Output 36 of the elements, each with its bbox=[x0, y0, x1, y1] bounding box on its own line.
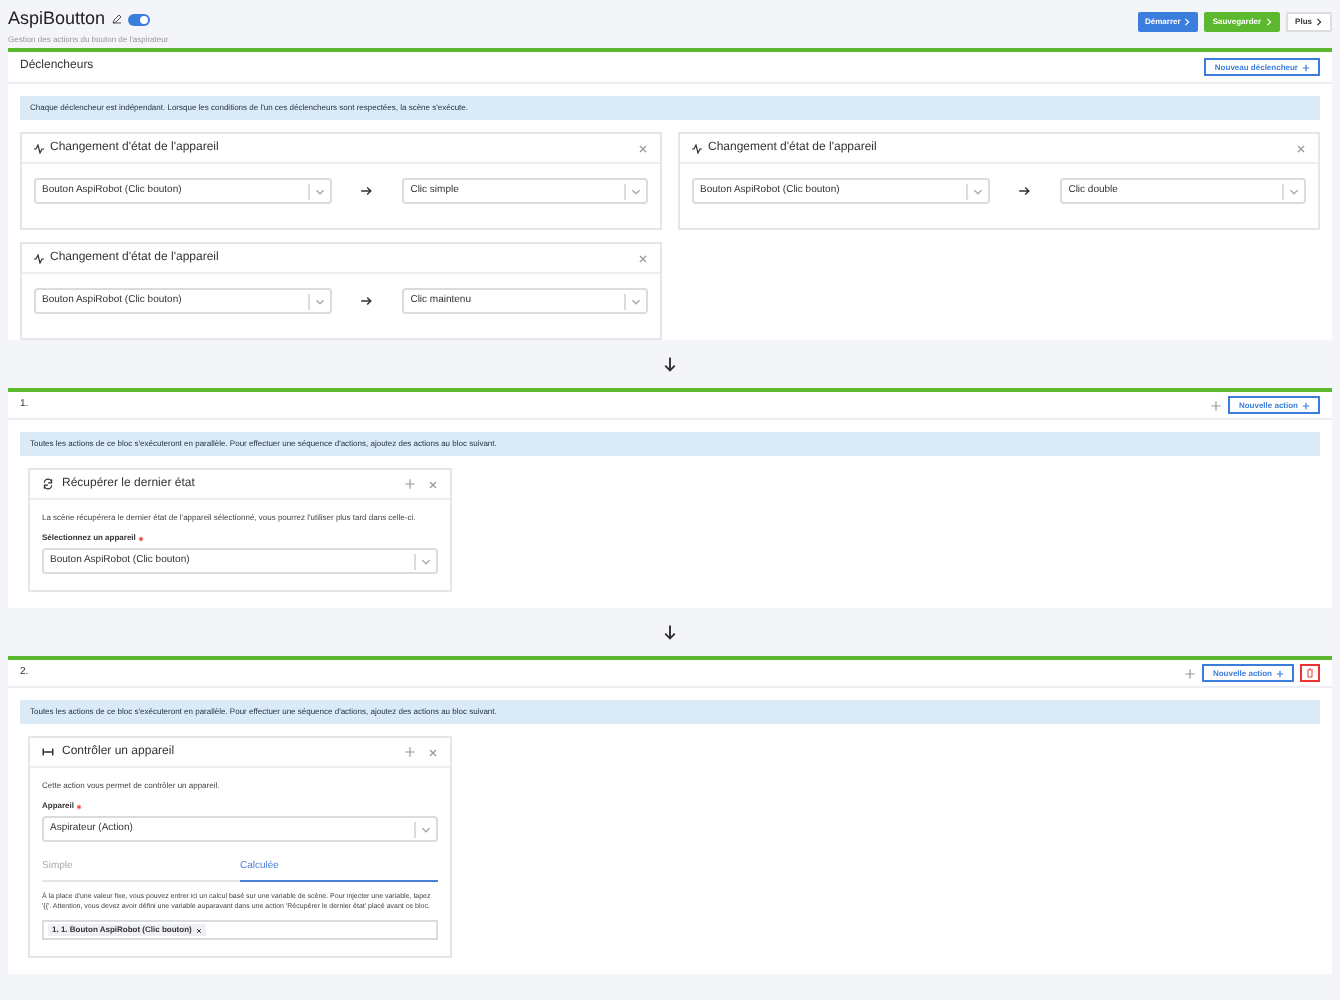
remove-icon[interactable] bbox=[195, 927, 202, 933]
chevron-down-icon bbox=[313, 295, 326, 307]
plus-icon bbox=[1302, 63, 1310, 71]
chevron-down-icon bbox=[630, 185, 642, 197]
close-icon[interactable] bbox=[428, 479, 438, 489]
delete-button[interactable] bbox=[1300, 664, 1320, 682]
arrow-right-icon bbox=[1018, 186, 1031, 196]
chevron-down-icon bbox=[420, 823, 432, 835]
chevron-down-icon bbox=[313, 185, 326, 197]
chevron-right-icon bbox=[1265, 18, 1272, 26]
activity-icon bbox=[34, 143, 44, 153]
scene-title: AspiBoutton bbox=[8, 6, 106, 32]
trash-icon bbox=[1306, 668, 1314, 678]
plus-icon bbox=[1276, 669, 1284, 677]
chevron-down-icon bbox=[420, 555, 432, 567]
chevron-right-icon bbox=[1184, 18, 1191, 26]
toggle-switch[interactable] bbox=[127, 13, 150, 26]
required-icon bbox=[137, 535, 144, 541]
activity-icon bbox=[692, 143, 702, 153]
arrow-right-icon bbox=[360, 186, 373, 196]
arrow-right-icon bbox=[360, 296, 373, 306]
chevron-down-icon bbox=[971, 185, 984, 197]
pencil-icon[interactable] bbox=[111, 14, 122, 25]
refresh-icon bbox=[42, 478, 54, 490]
arrow-down-icon bbox=[662, 356, 678, 372]
close-icon[interactable] bbox=[428, 747, 438, 757]
chevron-down-icon bbox=[630, 295, 642, 307]
arrow-down-icon bbox=[662, 624, 678, 640]
plus-icon bbox=[1302, 401, 1310, 409]
required-icon bbox=[76, 803, 83, 809]
close-icon[interactable] bbox=[638, 253, 648, 263]
chevron-down-icon bbox=[1288, 185, 1300, 197]
activity-icon bbox=[34, 253, 44, 263]
chevron-right-icon bbox=[1316, 18, 1322, 26]
close-icon[interactable] bbox=[1296, 143, 1306, 153]
close-icon[interactable] bbox=[638, 143, 648, 153]
